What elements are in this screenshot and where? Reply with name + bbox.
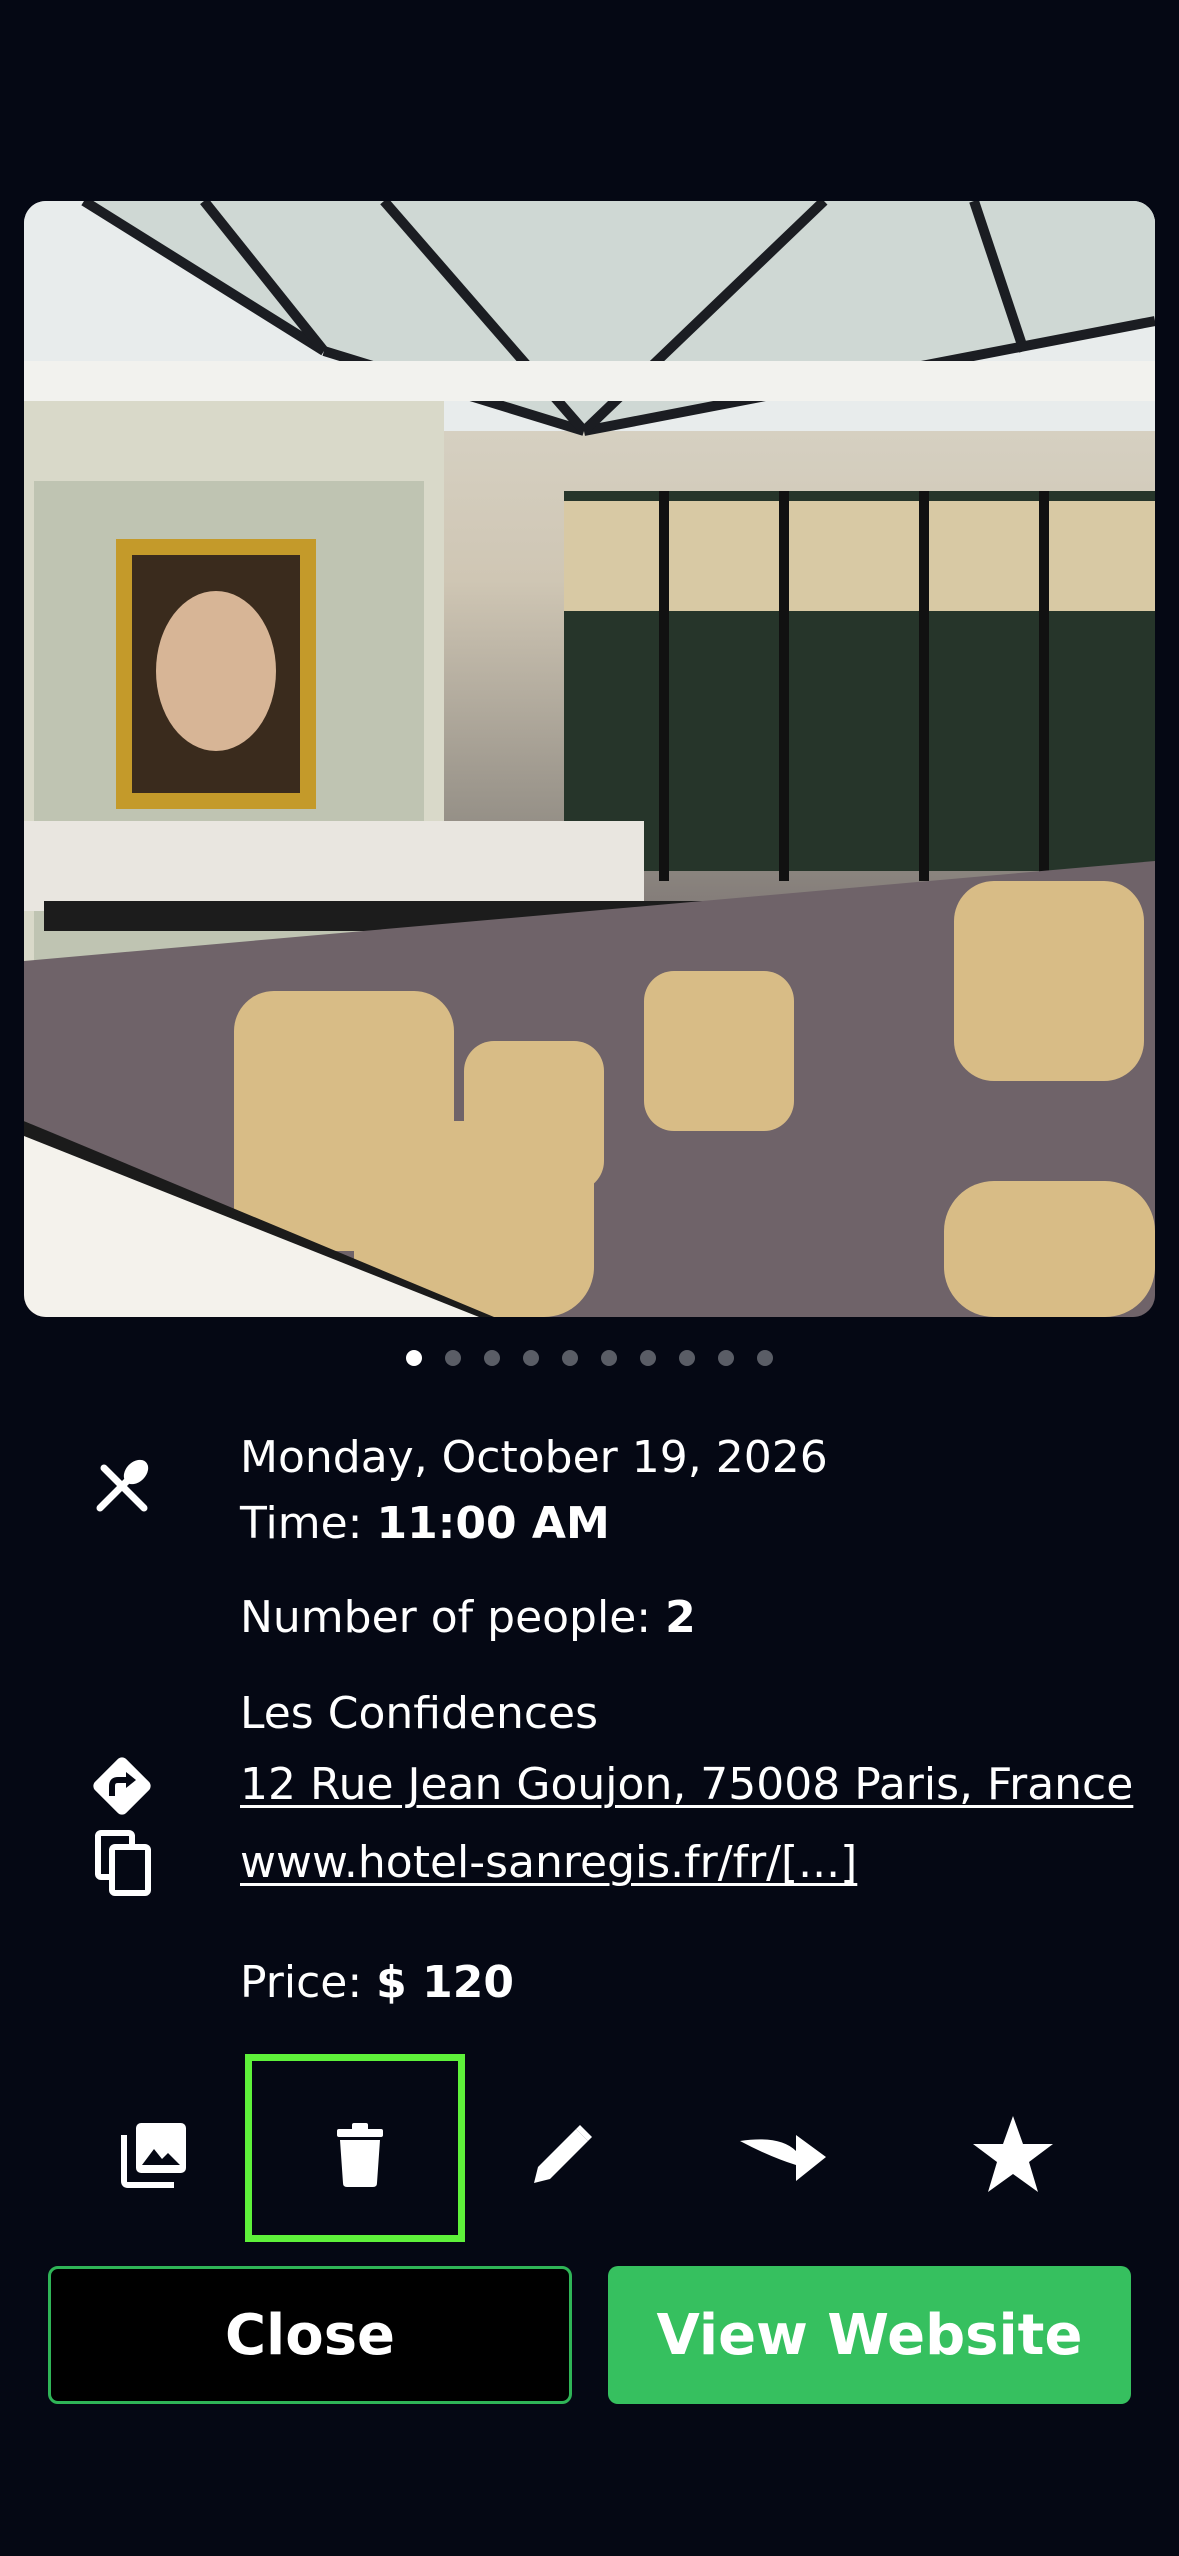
time-value: 11:00 AM <box>376 1498 610 1549</box>
delete-highlight-box <box>245 2054 465 2242</box>
price: Price: $ 120 <box>240 1955 514 2011</box>
restaurant-name: Les Confidences <box>240 1688 599 1739</box>
pagination-dot[interactable] <box>757 1350 773 1366</box>
pagination-dot[interactable] <box>562 1350 578 1366</box>
people-count: Number of people: 2 <box>240 1590 696 1646</box>
address-link[interactable]: 12 Rue Jean Goujon, 75008 Paris, France <box>240 1757 1133 1813</box>
star-icon[interactable] <box>968 2112 1058 2196</box>
pagination-dot[interactable] <box>445 1350 461 1366</box>
pagination-dot[interactable] <box>601 1350 617 1366</box>
reservation-time: Time: 11:00 AM <box>240 1496 610 1552</box>
restaurant-photo-illustration <box>24 201 1155 1317</box>
pagination-dot-active[interactable] <box>406 1350 422 1366</box>
directions-icon[interactable] <box>84 1748 160 1824</box>
pagination-dot[interactable] <box>718 1350 734 1366</box>
view-website-button[interactable]: View Website <box>608 2266 1131 2404</box>
pagination-dot[interactable] <box>484 1350 500 1366</box>
price-label: Price: <box>240 1957 363 2008</box>
time-label: Time: <box>240 1498 363 1549</box>
gallery-pagination <box>0 1350 1179 1370</box>
reservation-date: Monday, October 19, 2026 <box>240 1432 828 1483</box>
pagination-dot[interactable] <box>523 1350 539 1366</box>
restaurant-photo[interactable] <box>24 201 1155 1317</box>
website-link[interactable]: www.hotel-sanregis.fr/fr/[...] <box>240 1835 857 1891</box>
close-button[interactable]: Close <box>48 2266 572 2404</box>
price-value: $ 120 <box>376 1957 514 2008</box>
photo-library-icon[interactable] <box>115 2114 195 2194</box>
pencil-icon[interactable] <box>523 2114 603 2194</box>
people-value: 2 <box>665 1592 696 1643</box>
share-arrow-icon[interactable] <box>732 2114 832 2194</box>
fork-knife-icon <box>86 1450 158 1522</box>
people-label: Number of people: <box>240 1592 652 1643</box>
pagination-dot[interactable] <box>679 1350 695 1366</box>
pagination-dot[interactable] <box>640 1350 656 1366</box>
copy-icon[interactable] <box>88 1826 158 1900</box>
